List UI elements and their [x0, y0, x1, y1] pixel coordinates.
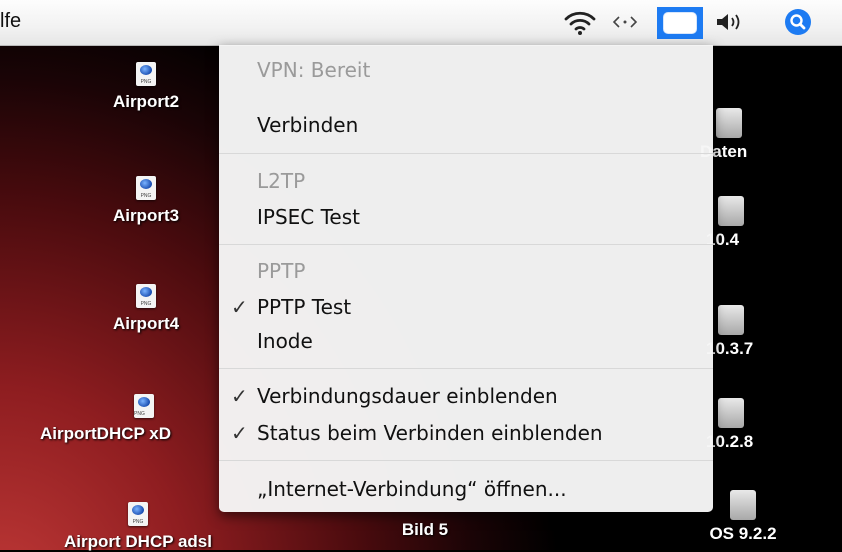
menu-title-fragment[interactable]: lfe — [0, 10, 21, 33]
png-file-icon — [128, 502, 148, 526]
checkmark-icon: ✓ — [231, 295, 248, 319]
desktop-icon-label: Airport2 — [112, 92, 180, 111]
drive-icon[interactable]: 10.2.8 — [706, 398, 786, 452]
checkmark-icon: ✓ — [231, 421, 248, 445]
desktop-icon-label: Airport4 — [112, 314, 180, 333]
menu-separator — [219, 460, 713, 461]
desktop-icon-label: Airport DHCP adsl — [64, 532, 212, 551]
checkmark-icon: ✓ — [231, 384, 248, 408]
png-file-icon — [136, 176, 156, 200]
vpn-menu: VPN: Bereit Verbinden L2TP IPSEC Test PP… — [219, 45, 713, 512]
hard-drive-icon — [730, 490, 756, 520]
menu-separator — [219, 153, 713, 154]
desktop-icon[interactable]: Airport4 — [90, 284, 202, 334]
menu-separator — [219, 244, 713, 245]
drive-label: 10.2.8 — [706, 432, 754, 451]
desktop-icon[interactable]: Airport3 — [90, 176, 202, 226]
vpn-status-box — [663, 12, 697, 34]
wifi-icon[interactable] — [562, 8, 598, 36]
drive-icon[interactable]: 10.3.7 — [706, 305, 786, 359]
drive-icon[interactable]: 10.4 — [706, 196, 786, 250]
desktop-icon-label: Airport3 — [112, 206, 180, 225]
desktop-icon[interactable]: Airport2 — [90, 62, 202, 112]
desktop-icon[interactable]: AirportDHCP xD — [40, 394, 240, 444]
volume-icon[interactable] — [712, 8, 744, 36]
png-file-icon — [136, 62, 156, 86]
hard-drive-icon — [718, 305, 744, 335]
drive-label: 10.3.7 — [706, 339, 754, 358]
png-file-icon — [136, 284, 156, 308]
desktop-icon-label: AirportDHCP xD — [40, 424, 171, 443]
ethernet-icon[interactable] — [610, 8, 640, 36]
hard-drive-icon — [716, 108, 742, 138]
menu-bar: lfe — [0, 0, 842, 46]
hard-drive-icon — [718, 196, 744, 226]
menu-separator — [219, 368, 713, 369]
png-file-icon — [134, 394, 154, 418]
desktop-icon-label: Bild 5 — [401, 520, 449, 539]
hard-drive-icon — [718, 398, 744, 428]
spotlight-icon[interactable] — [780, 8, 816, 36]
desktop-icon[interactable]: Bild 5 — [380, 520, 470, 540]
vpn-icon[interactable] — [657, 7, 703, 39]
drive-label: OS 9.2.2 — [709, 524, 777, 543]
desktop-icon[interactable]: Airport DHCP adsl — [38, 502, 238, 552]
